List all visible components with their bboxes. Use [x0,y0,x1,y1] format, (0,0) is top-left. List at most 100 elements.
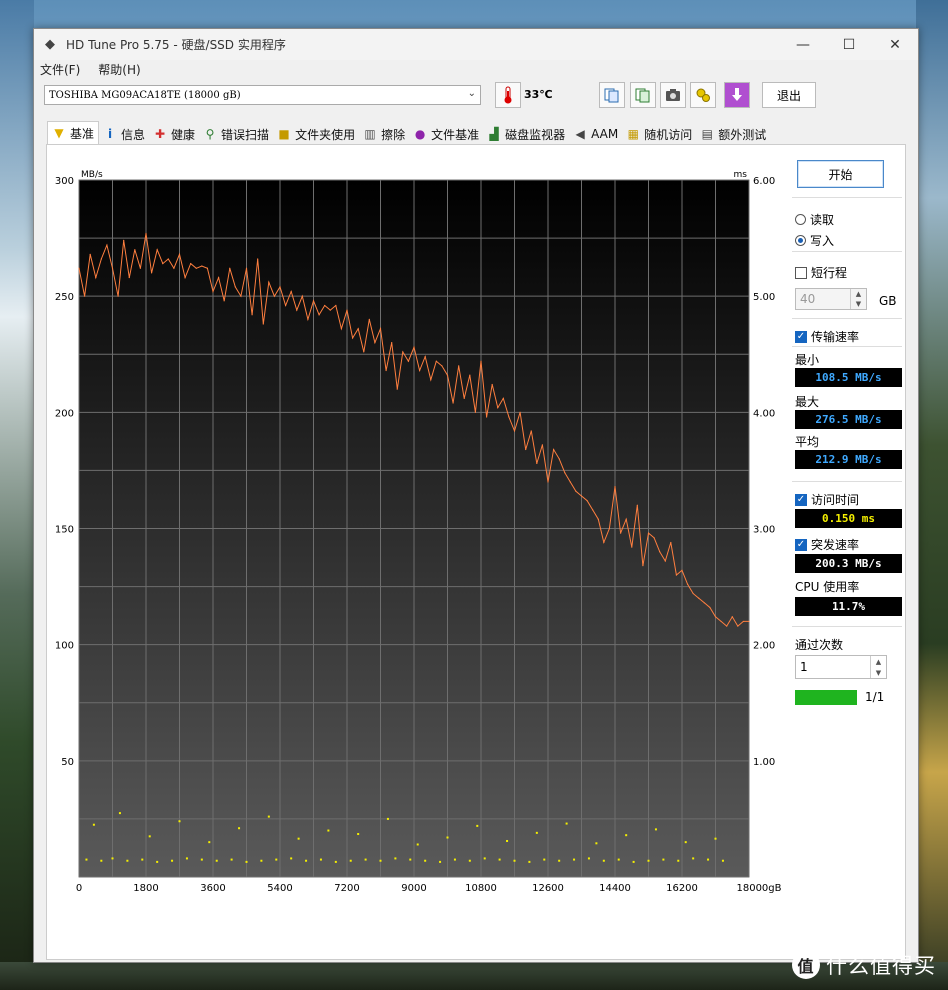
random-access-icon: ▦ [627,127,639,141]
transfer-rate-point [301,295,303,297]
access-time-point [409,858,412,861]
transfer-rate-point [385,369,387,372]
transfer-rate-point [619,532,622,534]
tab-label: 基准 [70,126,95,141]
transfer-rate-point [184,276,186,279]
min-value: 108.5 MB/s [795,368,902,387]
access-time-point [141,858,144,861]
separator [792,626,902,627]
access-time-point [126,859,129,862]
transfer-rate-checkbox[interactable]: ✓ 传输速率 [795,328,859,345]
tab-file-benchmark[interactable]: ● 文件基准 [409,124,483,144]
access-time-point [587,857,590,860]
transfer-rate-point [268,281,270,283]
options-icon[interactable] [690,82,716,108]
exit-button[interactable]: 退出 [762,82,816,108]
tab-info[interactable]: i 信息 [99,124,149,144]
access-time-point [446,836,449,839]
transfer-rate-point [257,258,259,260]
write-radio[interactable]: 写入 [795,232,834,249]
burst-rate-value: 200.3 MB/s [795,554,902,573]
transfer-rate-point [312,300,315,302]
camera-icon[interactable] [660,82,686,108]
access-time-point [178,820,181,823]
menu-help[interactable]: 帮助(H) [98,61,140,78]
transfer-rate-point [335,304,337,307]
tab-error-scan[interactable]: ⚲ 错误扫描 [199,124,273,144]
transfer-rate-point [692,592,694,595]
spacer [47,145,79,761]
start-button[interactable]: 开始 [797,160,884,188]
read-radio[interactable]: 读取 [795,211,834,228]
passes-stepper[interactable]: 1 ▲ ▼ [795,655,887,679]
transfer-rate-point [290,290,292,293]
access-time-point [379,859,382,862]
tab-aam[interactable]: ◀ AAM [569,124,622,144]
transfer-rate-point [139,267,142,269]
short-stroke-check[interactable] [795,266,807,279]
transfer-rate-point [463,397,465,399]
transfer-rate-point [162,263,164,265]
x-tick-label: 9000 [401,883,426,894]
transfer-rate-point [279,286,281,288]
transfer-rate-point [413,346,415,348]
short-stroke-stepper[interactable]: 40 ▲ ▼ [795,288,867,310]
transfer-rate-point [178,253,181,255]
benchmark-chart: 300 250 200 150 100 50 6.00 5.00 4.00 3.00 2.00 1.0… [47,145,787,905]
benchmark-icon: ▼ [54,126,64,140]
write-radio-button[interactable] [795,235,806,246]
copy-screenshot-icon[interactable] [630,82,656,108]
transfer-rate-check[interactable]: ✓ [795,330,807,343]
tab-random-access[interactable]: ▦ 随机访问 [622,124,696,144]
transfer-rate-point [519,411,521,413]
watermark-logo-icon: 值 [792,951,820,979]
burst-rate-checkbox[interactable]: ✓ 突发速率 [795,536,859,553]
thermometer-icon[interactable] [495,82,521,108]
spin-down-icon[interactable]: ▼ [851,299,866,309]
transfer-rate-point [485,416,488,418]
separator [792,251,902,252]
tab-disk-monitor[interactable]: ▟ 磁盘监视器 [483,124,569,144]
x-tick-label: 5400 [267,883,292,894]
burst-rate-check[interactable]: ✓ [795,538,807,551]
copy-text-icon[interactable] [599,82,625,108]
title-bar[interactable]: ◆ HD Tune Pro 5.75 - 硬盘/SSD 实用程序 — ☐ ✕ [34,29,918,60]
tab-folder-usage[interactable]: ■ 文件夹使用 [273,124,359,144]
drive-select[interactable]: TOSHIBA MG09ACA18TE (18000 gB) ⌄ [44,85,481,105]
transfer-rate-point [536,462,538,465]
transfer-rate-point [128,276,130,279]
transfer-rate-point [748,620,750,623]
transfer-rate-point [480,360,482,362]
access-time-point [92,823,95,826]
spin-down-icon[interactable]: ▼ [871,667,886,678]
error-scan-icon: ⚲ [205,127,215,141]
transfer-rate-point [223,300,225,302]
passes-value: 1 [800,660,808,674]
access-time-point [677,859,680,862]
desktop-background-right [916,0,948,990]
spin-up-icon[interactable]: ▲ [851,289,866,299]
download-arrow-icon[interactable] [724,82,750,108]
tab-label: AAM [591,127,619,141]
tab-erase[interactable]: ▥ 擦除 [359,124,409,144]
read-radio-button[interactable] [795,214,806,225]
tab-health[interactable]: ✚ 健康 [149,124,199,144]
tab-extra-tests[interactable]: ▤ 额外测试 [696,124,770,144]
transfer-rate-point [435,360,437,362]
access-time-point [171,859,174,862]
max-value: 276.5 MB/s [795,410,902,429]
access-time-check[interactable]: ✓ [795,493,807,506]
access-time-point [654,828,657,831]
access-time-point [156,860,159,863]
tab-benchmark[interactable]: ▼ 基准 [47,121,100,144]
minimize-button[interactable]: — [780,29,826,60]
close-button[interactable]: ✕ [872,29,918,60]
access-time-point [290,857,293,860]
transfer-rate-point [251,314,253,316]
menu-file[interactable]: 文件(F) [40,61,80,78]
access-time-checkbox[interactable]: ✓ 访问时间 [795,491,859,508]
transfer-rate-point [363,351,365,353]
spin-up-icon[interactable]: ▲ [871,656,886,667]
maximize-button[interactable]: ☐ [826,29,872,60]
short-stroke-checkbox[interactable]: 短行程 [795,264,847,281]
